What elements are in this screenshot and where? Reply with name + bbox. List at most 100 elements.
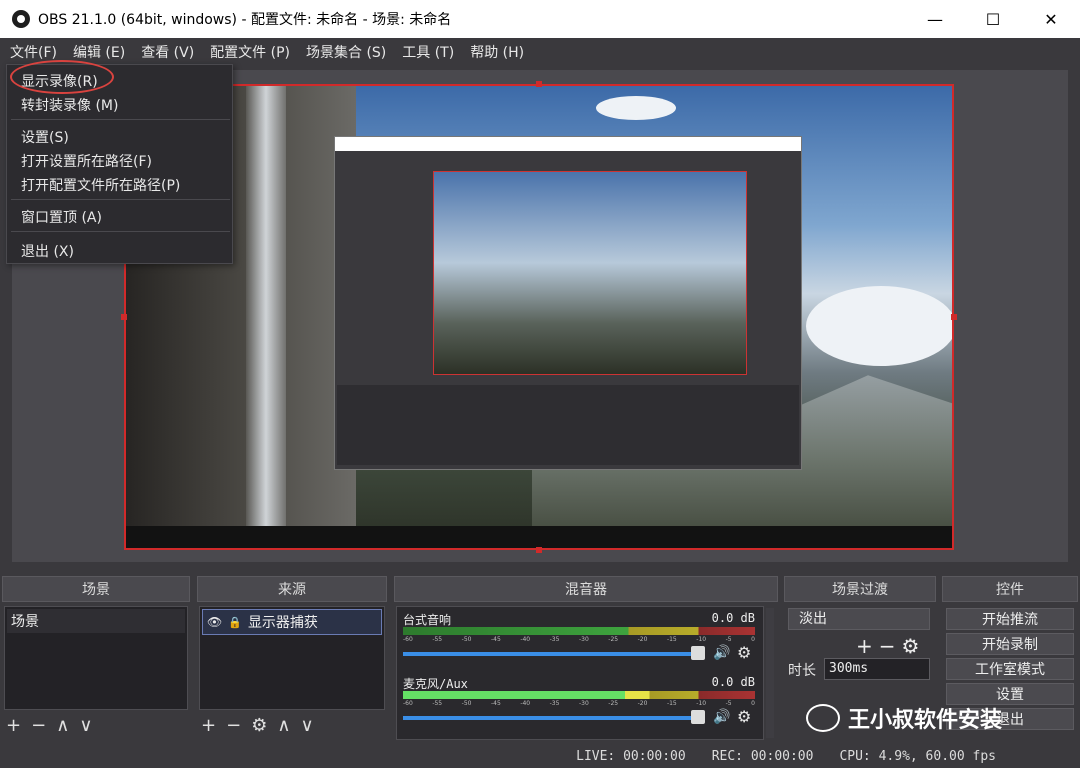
studio-mode-button[interactable]: 工作室模式 (946, 658, 1074, 680)
window-controls: — ☐ ✕ (906, 0, 1080, 38)
preview-cloud (596, 96, 676, 120)
rec-time: REC: 00:00:00 (711, 748, 814, 764)
nested-dock (337, 385, 799, 465)
menu-separator (11, 199, 230, 200)
duration-input[interactable]: 300ms (824, 658, 930, 680)
scenes-header: 场景 (2, 576, 190, 602)
remove-transition-button[interactable]: − (879, 634, 896, 658)
watermark-text: 王小叔软件安装 (848, 708, 1003, 733)
mixer-channel-mic: 麦克风/Aux 0.0 dB -60 -55 -50 -45 -40 -35 -30 -25-… (403, 675, 759, 735)
menu-separator (11, 231, 230, 232)
volume-meter (403, 627, 755, 635)
volume-slider[interactable] (403, 716, 699, 720)
duration-label: 时长 (788, 663, 816, 679)
live-time: LIVE: 00:00:00 (576, 748, 686, 764)
transition-select[interactable]: 淡出 (788, 608, 930, 630)
volume-slider[interactable] (403, 652, 699, 656)
add-source-button[interactable]: + (201, 715, 216, 736)
menu-tools[interactable]: 工具 (T) (394, 42, 462, 62)
sources-list[interactable]: 👁 🔒 显示器捕获 (199, 606, 385, 710)
menu-profile[interactable]: 配置文件 (P) (202, 42, 298, 62)
nested-menu (335, 151, 801, 161)
cpu-usage: CPU: 4.9%, 60.00 fps (839, 748, 996, 764)
sources-header: 来源 (197, 576, 387, 602)
source-label: 显示器捕获 (247, 615, 318, 631)
resize-handle[interactable] (536, 547, 542, 553)
add-transition-button[interactable]: + (856, 634, 873, 658)
window-titlebar: OBS 21.1.0 (64bit, windows) - 配置文件: 未命名 … (0, 0, 1080, 38)
menu-item-open-settings-path[interactable]: 打开设置所在路径(F) (21, 151, 152, 171)
move-down-icon[interactable]: ∨ (301, 715, 314, 736)
highlight-circle (10, 60, 114, 94)
maximize-button[interactable]: ☐ (964, 0, 1022, 38)
channel-db: 0.0 dB (711, 675, 755, 689)
menu-item-exit[interactable]: 退出 (X) (21, 241, 74, 261)
remove-scene-button[interactable]: − (31, 715, 46, 736)
start-streaming-button[interactable]: 开始推流 (946, 608, 1074, 630)
scenes-toolbar: + − ∧ ∨ (6, 714, 93, 736)
sources-toolbar: + − ⚙ ∧ ∨ (201, 714, 314, 736)
add-scene-button[interactable]: + (6, 715, 21, 736)
resize-handle[interactable] (536, 81, 542, 87)
channel-name: 麦克风/Aux (403, 677, 468, 691)
watermark: 王小叔软件安装 (806, 702, 1002, 734)
menubar: 文件(F) 编辑 (E) 查看 (V) 配置文件 (P) 场景集合 (S) 工具… (0, 38, 1080, 66)
menu-item-remux[interactable]: 转封装录像 (M) (21, 95, 118, 115)
resize-handle[interactable] (121, 314, 127, 320)
preview-waterfall (246, 86, 286, 548)
move-up-icon[interactable]: ∧ (277, 715, 290, 736)
volume-slider-knob[interactable] (691, 710, 705, 724)
remove-source-button[interactable]: − (226, 715, 241, 736)
eye-icon[interactable]: 👁 (207, 615, 222, 629)
nested-title (335, 137, 801, 151)
nested-obs-window (334, 136, 802, 470)
volume-meter (403, 691, 755, 699)
mixer-scrollbar[interactable] (766, 608, 774, 738)
close-button[interactable]: ✕ (1022, 0, 1080, 38)
nested-preview (433, 171, 747, 375)
sources-panel: 来源 👁 🔒 显示器捕获 + − ⚙ ∧ ∨ (197, 576, 387, 740)
minimize-button[interactable]: — (906, 0, 964, 38)
file-menu-dropdown: 显示录像(R) 转封装录像 (M) 设置(S) 打开设置所在路径(F) 打开配置… (6, 64, 233, 264)
menu-scene-collection[interactable]: 场景集合 (S) (298, 42, 394, 62)
move-down-icon[interactable]: ∨ (79, 715, 92, 736)
gear-icon[interactable]: ⚙ (902, 634, 920, 658)
transitions-header: 场景过渡 (784, 576, 936, 602)
menu-item-settings[interactable]: 设置(S) (21, 127, 69, 147)
controls-header: 控件 (942, 576, 1078, 602)
speaker-icon[interactable]: 🔊 (713, 645, 730, 661)
mixer-body: 台式音响 0.0 dB -60 -55 -50 -45 -40 -35 -30 -25 -20-… (396, 606, 764, 740)
start-recording-button[interactable]: 开始录制 (946, 633, 1074, 655)
source-item[interactable]: 👁 🔒 显示器捕获 (202, 609, 382, 635)
gear-icon[interactable]: ⚙ (737, 643, 751, 662)
channel-name: 台式音响 (403, 613, 452, 627)
preview-canvas[interactable] (124, 84, 954, 550)
speaker-icon[interactable]: 🔊 (713, 709, 730, 725)
move-up-icon[interactable]: ∧ (56, 715, 69, 736)
menu-file[interactable]: 文件(F) (0, 42, 65, 62)
meter-scale: -60 -55 -50 -45 -40 -35 -30 -25 -20 -15 -10 -5 0 (403, 700, 755, 707)
menu-view[interactable]: 查看 (V) (133, 42, 202, 62)
volume-slider-knob[interactable] (691, 646, 705, 660)
lock-icon[interactable]: 🔒 (228, 616, 242, 629)
menu-item-open-profile-path[interactable]: 打开配置文件所在路径(P) (21, 175, 180, 195)
gear-icon[interactable]: ⚙ (737, 707, 751, 726)
menu-edit[interactable]: 编辑 (E) (65, 42, 133, 62)
mixer-channel-desktop: 台式音响 0.0 dB -60 -55 -50 -45 -40 -35 -30 -25 -20-… (403, 611, 759, 671)
preview-cloud (806, 286, 952, 366)
scenes-panel: 场景 场景 + − ∧ ∨ (2, 576, 190, 740)
menu-separator (11, 119, 230, 120)
transition-toolbar: + − ⚙ (856, 634, 919, 658)
mixer-panel: 混音器 台式音响 0.0 dB -60 -55 -50 -45 -40 -35 -30 -25… (394, 576, 778, 740)
menu-help[interactable]: 帮助 (H) (462, 42, 532, 62)
scenes-list[interactable]: 场景 (4, 606, 188, 710)
statusbar: LIVE: 00:00:00 REC: 00:00:00 CPU: 4.9%, … (0, 744, 1080, 768)
wechat-icon (806, 704, 840, 732)
scene-item[interactable]: 场景 (7, 609, 185, 633)
window-title: OBS 21.1.0 (64bit, windows) - 配置文件: 未命名 … (38, 12, 452, 28)
resize-handle[interactable] (951, 314, 957, 320)
mixer-header: 混音器 (394, 576, 778, 602)
gear-icon[interactable]: ⚙ (251, 715, 267, 736)
channel-db: 0.0 dB (711, 611, 755, 625)
menu-item-always-on-top[interactable]: 窗口置顶 (A) (21, 207, 102, 227)
